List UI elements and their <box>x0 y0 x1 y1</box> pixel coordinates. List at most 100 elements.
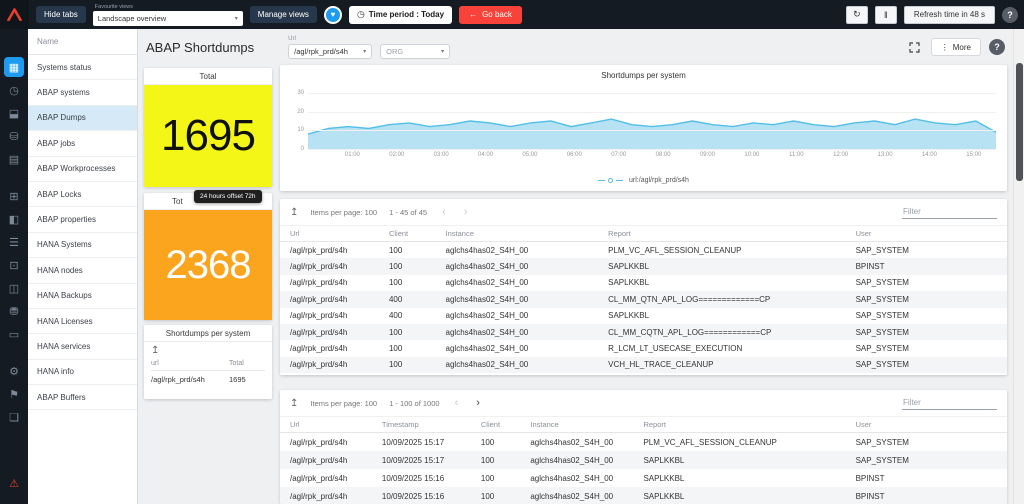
sidebar-item-hana-nodes[interactable]: HANA nodes <box>28 258 137 283</box>
sidebar-item-abap-jobs[interactable]: ABAP jobs <box>28 131 137 156</box>
table-cell: 10/09/2025 15:17 <box>382 456 481 465</box>
storage-icon[interactable]: ⛃ <box>4 301 24 321</box>
prev-page-icon[interactable]: ‹ <box>452 398 462 409</box>
help-button[interactable]: ? <box>1002 7 1018 23</box>
main-scrollbar[interactable] <box>1013 29 1024 504</box>
analytics-icon[interactable]: ◧ <box>4 209 24 229</box>
favourite-views-select[interactable]: Landscape overview ▾ <box>93 11 243 26</box>
components-icon[interactable]: ⊡ <box>4 255 24 275</box>
sidebar-item-hana-info[interactable]: HANA info <box>28 360 137 385</box>
x-axis-tick: 04:00 <box>478 152 493 158</box>
column-header[interactable]: Url <box>290 420 382 429</box>
x-axis-tick: 05:00 <box>522 152 537 158</box>
chart-legend[interactable]: url:/agl/rpk_prd/s4h <box>280 177 1007 184</box>
pagination-range: 1 - 45 of 45 <box>389 208 427 217</box>
sidebar-item-abap-properties[interactable]: ABAP properties <box>28 207 137 232</box>
apps-icon[interactable]: ⊞ <box>4 186 24 206</box>
table-row[interactable]: /agl/rpk_prd/s4h 1695 <box>151 371 265 388</box>
refresh-icon[interactable]: ↻ <box>846 6 868 24</box>
next-page-icon[interactable]: › <box>461 207 471 218</box>
table-cell: PLM_VC_AFL_SESSION_CLEANUP <box>608 246 855 255</box>
filter-input[interactable] <box>902 205 997 219</box>
help-button-secondary[interactable]: ? <box>989 39 1005 55</box>
flag-icon[interactable]: ⚑ <box>4 384 24 404</box>
column-header[interactable]: Instance <box>446 229 609 238</box>
manage-views-button[interactable]: Manage views <box>250 6 317 23</box>
table-row[interactable]: /agl/rpk_prd/s4h400aglchs4has02_S4H_00SA… <box>280 308 1007 324</box>
items-per-page[interactable]: Items per page: 100 <box>310 208 377 217</box>
sidebar-item-abap-workprocesses[interactable]: ABAP Workprocesses <box>28 157 137 182</box>
column-header[interactable]: User <box>856 420 997 429</box>
refresh-timer-button[interactable]: Refresh time in 48 s <box>904 6 995 24</box>
list-icon[interactable]: ▤ <box>4 149 24 169</box>
table-row[interactable]: /agl/rpk_prd/s4h10/09/2025 15:17100aglch… <box>280 433 1007 451</box>
table-row[interactable]: /agl/rpk_prd/s4h10/09/2025 15:16100aglch… <box>280 469 1007 487</box>
settings-icon[interactable]: ⚙ <box>4 361 24 381</box>
items-per-page[interactable]: Items per page: 100 <box>310 399 377 408</box>
table-row[interactable]: /agl/rpk_prd/s4h10/09/2025 15:16100aglch… <box>280 487 1007 504</box>
dashboard-icon[interactable]: ▦ <box>4 57 24 77</box>
column-header[interactable]: Client <box>389 229 446 238</box>
table-row[interactable]: /agl/rpk_prd/s4h10/09/2025 15:17100aglch… <box>280 451 1007 469</box>
table-cell: /agl/rpk_prd/s4h <box>290 295 389 304</box>
sidebar-item-hana-services[interactable]: HANA services <box>28 334 137 359</box>
export-icon[interactable]: ↥ <box>290 398 298 409</box>
fullscreen-icon[interactable] <box>907 39 923 55</box>
scrollbar-thumb[interactable] <box>1016 63 1023 181</box>
sidebar-item-abap-buffers[interactable]: ABAP Buffers <box>28 385 137 410</box>
prev-page-icon[interactable]: ‹ <box>439 207 449 218</box>
column-header[interactable]: Client <box>481 420 530 429</box>
table-row[interactable]: /agl/rpk_prd/s4h100aglchs4has02_S4H_00CL… <box>280 324 1007 340</box>
area-chart[interactable]: 302010001:0002:0003:0004:0005:0006:0007:… <box>308 93 996 149</box>
go-back-button[interactable]: ← Go back <box>459 6 522 24</box>
url-select[interactable]: /agl/rpk_prd/s4h ▾ <box>288 44 372 59</box>
devices-icon[interactable]: ▭ <box>4 324 24 344</box>
column-header[interactable]: User <box>856 229 997 238</box>
favourite-heart-button[interactable]: ♥ <box>324 6 342 24</box>
history-icon[interactable]: ◷ <box>4 80 24 100</box>
sidebar-item-abap-locks[interactable]: ABAP Locks <box>28 182 137 207</box>
monitor-icon[interactable]: ⬓ <box>4 103 24 123</box>
y-axis-tick: 0 <box>301 146 308 152</box>
legend-line-icon <box>616 180 623 182</box>
sidebar-item-hana-backups[interactable]: HANA Backups <box>28 284 137 309</box>
database-icon[interactable]: ⛁ <box>4 126 24 146</box>
column-header[interactable]: Total <box>229 360 265 367</box>
table-row[interactable]: /agl/rpk_prd/s4h100aglchs4has02_S4H_00SA… <box>280 275 1007 291</box>
column-header[interactable]: Instance <box>530 420 643 429</box>
workspaces-icon[interactable]: ◫ <box>4 278 24 298</box>
table-cell: aglchs4has02_S4H_00 <box>446 344 609 353</box>
table-row[interactable]: /agl/rpk_prd/s4h100aglchs4has02_S4H_00R_… <box>280 340 1007 356</box>
table-cell: 400 <box>389 295 446 304</box>
table-row[interactable]: /agl/rpk_prd/s4h100aglchs4has02_S4H_00VC… <box>280 357 1007 373</box>
per-system-table: url Total /agl/rpk_prd/s4h 1695 <box>144 357 272 388</box>
sidebar-item-abap-systems[interactable]: ABAP systems <box>28 80 137 105</box>
time-period-display[interactable]: ◷ Time period : Today <box>349 6 452 24</box>
org-select[interactable]: ORG ▾ <box>380 44 450 59</box>
next-page-icon[interactable]: › <box>473 398 483 409</box>
export-icon[interactable]: ↥ <box>290 207 298 218</box>
column-header[interactable]: Url <box>290 229 389 238</box>
column-header[interactable]: Report <box>643 420 855 429</box>
table-row[interactable]: /agl/rpk_prd/s4h100aglchs4has02_S4H_00SA… <box>280 258 1007 274</box>
sidebar-item-abap-dumps[interactable]: ABAP Dumps <box>28 106 137 131</box>
notes-icon[interactable]: ❏ <box>4 407 24 427</box>
sidebar-item-hana-systems[interactable]: HANA Systems <box>28 233 137 258</box>
column-header[interactable]: Report <box>608 229 855 238</box>
services-icon[interactable]: ☰ <box>4 232 24 252</box>
table-row[interactable]: /agl/rpk_prd/s4h400aglchs4has02_S4H_00CL… <box>280 291 1007 307</box>
pause-icon[interactable]: ‖ <box>875 6 897 24</box>
table-row[interactable]: /agl/rpk_prd/s4h100aglchs4has02_S4H_00PL… <box>280 242 1007 258</box>
table-cell: SAPLKKBL <box>643 456 855 465</box>
sidebar-item-systems-status[interactable]: Systems status <box>28 55 137 80</box>
sidebar-item-hana-licenses[interactable]: HANA Licenses <box>28 309 137 334</box>
hide-tabs-button[interactable]: Hide tabs <box>36 6 86 23</box>
column-header[interactable]: url <box>151 360 229 367</box>
column-header[interactable]: Timestamp <box>382 420 481 429</box>
alert-icon[interactable]: ⚠ <box>4 473 24 493</box>
export-icon[interactable]: ↥ <box>151 345 159 356</box>
more-button[interactable]: ⋮ More <box>931 38 981 56</box>
filter-input[interactable] <box>902 396 997 410</box>
x-axis-tick: 07:00 <box>611 152 626 158</box>
app-logo[interactable] <box>0 0 29 29</box>
